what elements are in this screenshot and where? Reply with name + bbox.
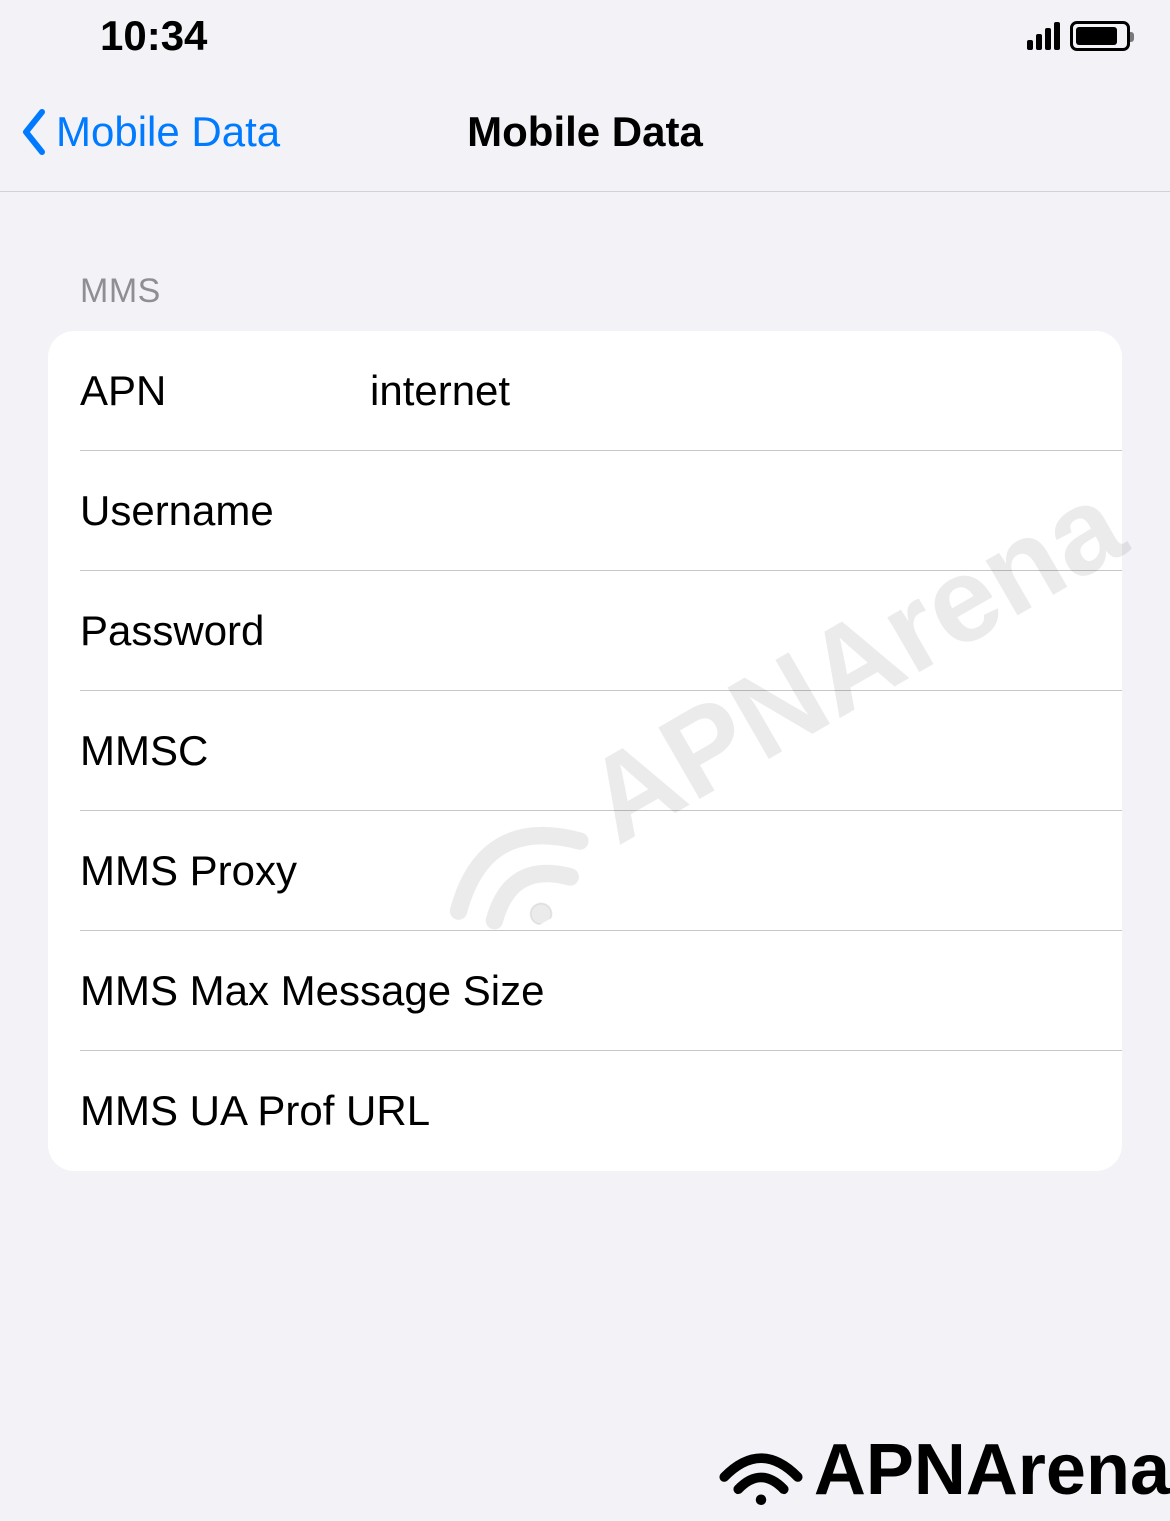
label-password: Password [80, 607, 370, 655]
status-indicators [1027, 21, 1130, 51]
input-password[interactable] [370, 607, 1122, 655]
section-header-mms: MMS [48, 192, 1122, 331]
row-mmsc[interactable]: MMSC [48, 691, 1122, 811]
footer-brand-text: APNArena [814, 1429, 1170, 1511]
row-apn[interactable]: APN [48, 331, 1122, 451]
row-mms-ua-prof[interactable]: MMS UA Prof URL [48, 1051, 1122, 1171]
status-bar: 10:34 [0, 0, 1170, 72]
input-mms-max-size[interactable] [544, 967, 1122, 1015]
page-title: Mobile Data [467, 108, 703, 156]
settings-group-mms: APN Username Password MMSC MMS Proxy MMS… [48, 331, 1122, 1171]
label-mms-ua-prof: MMS UA Prof URL [80, 1087, 430, 1135]
back-button[interactable]: Mobile Data [20, 108, 280, 156]
cellular-signal-icon [1027, 22, 1060, 50]
label-apn: APN [80, 367, 370, 415]
label-mms-max-size: MMS Max Message Size [80, 967, 544, 1015]
input-mmsc[interactable] [370, 727, 1122, 775]
wifi-icon [716, 1435, 806, 1505]
chevron-left-icon [20, 108, 48, 156]
row-password[interactable]: Password [48, 571, 1122, 691]
footer-brand: APNArena [716, 1429, 1170, 1511]
label-mmsc: MMSC [80, 727, 370, 775]
back-label: Mobile Data [56, 108, 280, 156]
label-mms-proxy: MMS Proxy [80, 847, 370, 895]
navigation-bar: Mobile Data Mobile Data [0, 72, 1170, 192]
label-username: Username [80, 487, 370, 535]
row-mms-proxy[interactable]: MMS Proxy [48, 811, 1122, 931]
input-apn[interactable] [370, 367, 1122, 415]
input-mms-proxy[interactable] [370, 847, 1122, 895]
row-username[interactable]: Username [48, 451, 1122, 571]
status-time: 10:34 [100, 12, 207, 60]
input-username[interactable] [370, 487, 1122, 535]
row-mms-max-size[interactable]: MMS Max Message Size [48, 931, 1122, 1051]
battery-icon [1070, 21, 1130, 51]
input-mms-ua-prof[interactable] [430, 1087, 1122, 1135]
content-area: MMS APN Username Password MMSC MMS Proxy… [0, 192, 1170, 1171]
